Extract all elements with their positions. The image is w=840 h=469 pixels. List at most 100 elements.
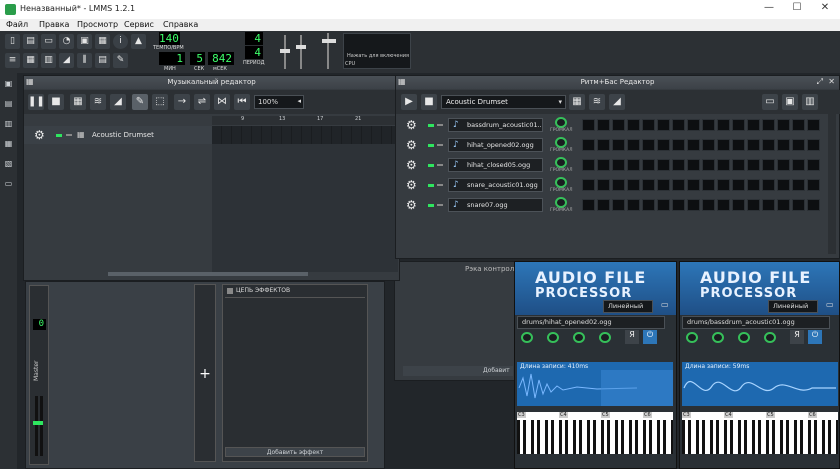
step-cell[interactable] bbox=[582, 179, 595, 191]
step-cell[interactable] bbox=[612, 179, 625, 191]
volume-knob[interactable] bbox=[555, 177, 567, 188]
master-volume-slider[interactable] bbox=[280, 35, 290, 69]
step-cell[interactable] bbox=[597, 139, 610, 151]
open-project-icon[interactable]: ▭ bbox=[41, 34, 56, 49]
maximize-button[interactable]: ☐ bbox=[784, 2, 810, 16]
waveform-display[interactable]: Длина записи: 410ms bbox=[517, 362, 673, 406]
start-point-knob[interactable] bbox=[547, 332, 559, 343]
step-cell[interactable] bbox=[657, 159, 670, 171]
my-presets-icon[interactable]: ▦ bbox=[3, 139, 14, 149]
close-button[interactable]: ✕ bbox=[812, 2, 838, 16]
step-cell[interactable] bbox=[597, 199, 610, 211]
step-cell[interactable] bbox=[672, 119, 685, 131]
step-sequencer-row[interactable] bbox=[582, 118, 822, 132]
gear-icon[interactable]: ⚙ bbox=[406, 196, 417, 214]
step-cell[interactable] bbox=[732, 179, 745, 191]
loop-points-icon[interactable]: ⇌ bbox=[194, 94, 210, 110]
my-home-icon[interactable]: ▧ bbox=[3, 159, 14, 169]
step-cell[interactable] bbox=[612, 199, 625, 211]
export-project-icon[interactable]: ▦ bbox=[95, 34, 110, 49]
edit-mode-icon[interactable]: ⬚ bbox=[152, 94, 168, 110]
step-cell[interactable] bbox=[672, 139, 685, 151]
step-cell[interactable] bbox=[807, 179, 820, 191]
step-sequencer-row[interactable] bbox=[582, 178, 822, 192]
sample-file-field[interactable]: drums/bassdrum_acoustic01.ogg bbox=[682, 316, 830, 329]
add-controller-button[interactable]: Добавит bbox=[403, 366, 513, 376]
end-point-knob[interactable] bbox=[738, 332, 750, 343]
song-track-name[interactable]: Acoustic Drumset bbox=[92, 131, 154, 139]
metronome-icon[interactable]: ▲ bbox=[131, 34, 146, 49]
my-samples-icon[interactable]: ▥ bbox=[3, 119, 14, 129]
step-cell[interactable] bbox=[702, 139, 715, 151]
mute-led[interactable] bbox=[56, 134, 62, 137]
piano-roll-icon[interactable]: ▥ bbox=[41, 53, 56, 68]
step-cell[interactable] bbox=[792, 199, 805, 211]
gear-icon[interactable]: ⚙ bbox=[34, 126, 45, 144]
step-cell[interactable] bbox=[642, 139, 655, 151]
mute-led[interactable] bbox=[428, 144, 434, 147]
step-cell[interactable] bbox=[642, 119, 655, 131]
gear-icon[interactable]: ⚙ bbox=[406, 176, 417, 194]
step-cell[interactable] bbox=[807, 159, 820, 171]
step-cell[interactable] bbox=[792, 179, 805, 191]
step-cell[interactable] bbox=[762, 179, 775, 191]
step-cell[interactable] bbox=[702, 179, 715, 191]
solo-toggle[interactable] bbox=[437, 124, 443, 126]
step-cell[interactable] bbox=[627, 119, 640, 131]
minimize-button[interactable]: — bbox=[756, 2, 782, 16]
add-beat-track-icon[interactable]: ▦ bbox=[70, 94, 86, 110]
reverse-button[interactable]: Я bbox=[625, 330, 639, 344]
step-cell[interactable] bbox=[642, 159, 655, 171]
step-cell[interactable] bbox=[627, 179, 640, 191]
step-cell[interactable] bbox=[597, 179, 610, 191]
step-cell[interactable] bbox=[762, 119, 775, 131]
close-subwindow-icon[interactable]: ✕ bbox=[828, 77, 835, 86]
step-cell[interactable] bbox=[747, 159, 760, 171]
step-cell[interactable] bbox=[717, 179, 730, 191]
sample-track-name[interactable]: ♪ hihat_closed05.ogg bbox=[448, 158, 543, 172]
automation-editor-icon[interactable]: ◢ bbox=[59, 53, 74, 68]
mute-led[interactable] bbox=[428, 124, 434, 127]
gear-icon[interactable]: ⚙ bbox=[406, 156, 417, 174]
step-cell[interactable] bbox=[717, 139, 730, 151]
step-cell[interactable] bbox=[672, 179, 685, 191]
controller-rack-icon[interactable]: ▤ bbox=[95, 53, 110, 68]
interpolation-combo[interactable]: Линейный bbox=[603, 300, 653, 313]
remove-steps-icon[interactable]: ▭ bbox=[762, 94, 778, 110]
mixer-icon[interactable]: ⫼ bbox=[77, 53, 92, 68]
recent-projects-icon[interactable]: ◔ bbox=[59, 34, 74, 49]
volume-knob[interactable] bbox=[555, 197, 567, 208]
piano-keys[interactable] bbox=[517, 420, 673, 454]
beat-kit-combo[interactable]: Acoustic Drumset ▾ bbox=[441, 95, 566, 109]
beat-bassline-icon[interactable]: ▦ bbox=[23, 53, 38, 68]
new-project-icon[interactable]: ▯ bbox=[5, 34, 20, 49]
menu-view[interactable]: Просмотр bbox=[77, 20, 118, 29]
step-cell[interactable] bbox=[792, 119, 805, 131]
step-cell[interactable] bbox=[687, 139, 700, 151]
step-cell[interactable] bbox=[612, 119, 625, 131]
whats-this-icon[interactable]: i bbox=[113, 34, 128, 49]
zoom-combo[interactable]: 100% ◂ bbox=[254, 95, 304, 109]
step-cell[interactable] bbox=[657, 139, 670, 151]
step-sequencer-row[interactable] bbox=[582, 158, 822, 172]
add-effect-button[interactable]: Добавить эффект bbox=[225, 447, 365, 457]
instrument-plugins-icon[interactable]: ▣ bbox=[3, 79, 14, 89]
step-cell[interactable] bbox=[672, 159, 685, 171]
step-cell[interactable] bbox=[762, 199, 775, 211]
step-cell[interactable] bbox=[702, 119, 715, 131]
solo-toggle[interactable] bbox=[437, 184, 443, 186]
mute-led[interactable] bbox=[428, 164, 434, 167]
step-cell[interactable] bbox=[792, 139, 805, 151]
step-cell[interactable] bbox=[807, 199, 820, 211]
step-cell[interactable] bbox=[582, 199, 595, 211]
step-cell[interactable] bbox=[792, 159, 805, 171]
waveform-display[interactable]: Длина записи: 59ms bbox=[682, 362, 838, 406]
step-cell[interactable] bbox=[597, 119, 610, 131]
step-cell[interactable] bbox=[732, 119, 745, 131]
step-cell[interactable] bbox=[627, 159, 640, 171]
step-cell[interactable] bbox=[627, 139, 640, 151]
song-editor-scrollbar[interactable] bbox=[108, 272, 308, 276]
back-to-start-icon[interactable]: ⏮ bbox=[234, 94, 250, 110]
add-sample-track-icon[interactable]: ≋ bbox=[90, 94, 106, 110]
step-cell[interactable] bbox=[657, 199, 670, 211]
